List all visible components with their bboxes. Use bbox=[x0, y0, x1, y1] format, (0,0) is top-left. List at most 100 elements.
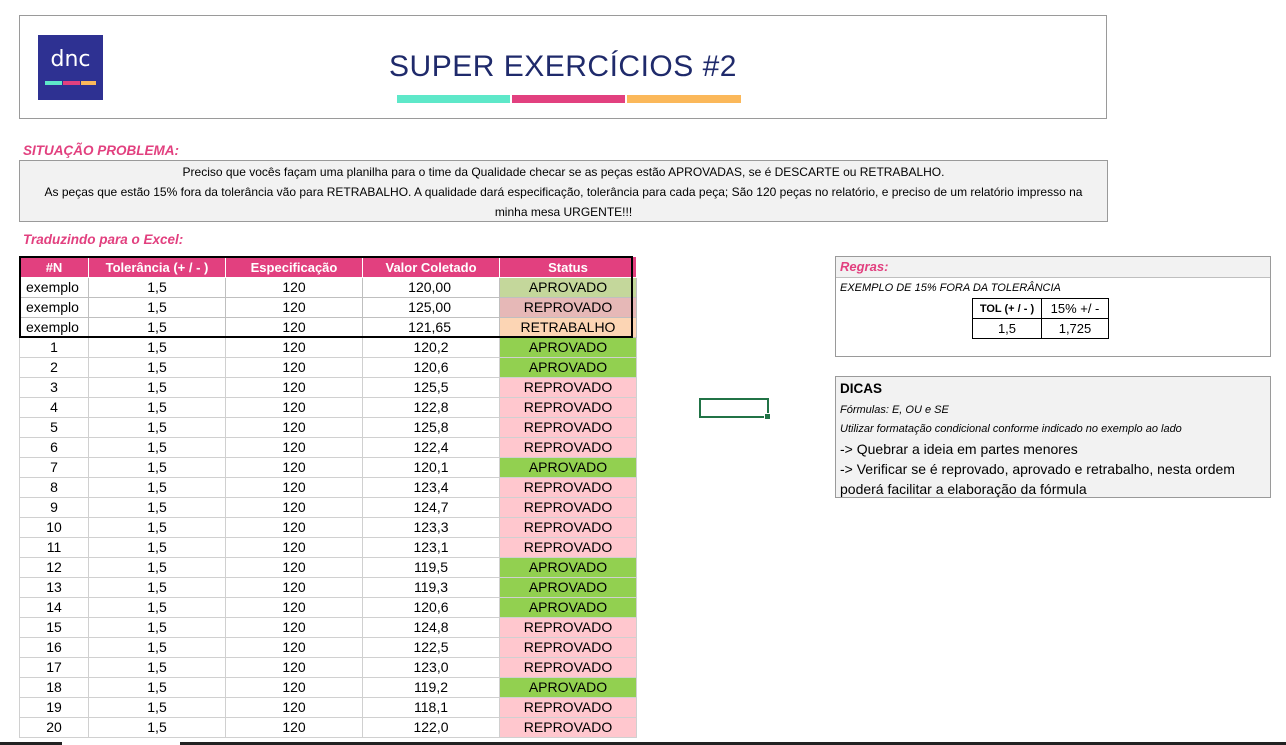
problem-box[interactable]: Preciso que vocês façam uma planilha par… bbox=[19, 160, 1108, 222]
cell-tolerance[interactable]: 1,5 bbox=[88, 417, 226, 438]
cell-n[interactable]: 7 bbox=[19, 457, 89, 478]
cell-status[interactable]: APROVADO bbox=[499, 337, 637, 358]
cell-tolerance[interactable]: 1,5 bbox=[88, 537, 226, 558]
cell-spec[interactable]: 120 bbox=[225, 297, 363, 318]
cell-tolerance[interactable]: 1,5 bbox=[88, 637, 226, 658]
cell-n[interactable]: exemplo bbox=[19, 317, 89, 338]
cell-n[interactable]: 6 bbox=[19, 437, 89, 458]
cell-n[interactable]: 3 bbox=[19, 377, 89, 398]
cell-n[interactable]: 17 bbox=[19, 657, 89, 678]
cell-n[interactable]: 16 bbox=[19, 637, 89, 658]
cell-spec[interactable]: 120 bbox=[225, 357, 363, 378]
cell-tolerance[interactable]: 1,5 bbox=[88, 377, 226, 398]
cell-value[interactable]: 122,4 bbox=[362, 437, 500, 458]
cell-spec[interactable]: 120 bbox=[225, 537, 363, 558]
cell-n[interactable]: 11 bbox=[19, 537, 89, 558]
cell-value[interactable]: 124,7 bbox=[362, 497, 500, 518]
cell-value[interactable]: 120,1 bbox=[362, 457, 500, 478]
cell-tolerance[interactable]: 1,5 bbox=[88, 357, 226, 378]
cell-value[interactable]: 122,8 bbox=[362, 397, 500, 418]
pct-value[interactable]: 1,725 bbox=[1041, 318, 1109, 339]
cell-status[interactable]: APROVADO bbox=[499, 597, 637, 618]
cell-spec[interactable]: 120 bbox=[225, 377, 363, 398]
cell-n[interactable]: 14 bbox=[19, 597, 89, 618]
cell-tolerance[interactable]: 1,5 bbox=[88, 277, 226, 298]
cell-value[interactable]: 123,0 bbox=[362, 657, 500, 678]
cell-n[interactable]: 4 bbox=[19, 397, 89, 418]
cell-spec[interactable]: 120 bbox=[225, 437, 363, 458]
cell-value[interactable]: 123,1 bbox=[362, 537, 500, 558]
cell-spec[interactable]: 120 bbox=[225, 397, 363, 418]
cell-spec[interactable]: 120 bbox=[225, 577, 363, 598]
cell-value[interactable]: 125,00 bbox=[362, 297, 500, 318]
cell-value[interactable]: 119,5 bbox=[362, 557, 500, 578]
cell-tolerance[interactable]: 1,5 bbox=[88, 517, 226, 538]
cell-value[interactable]: 122,0 bbox=[362, 717, 500, 738]
cell-spec[interactable]: 120 bbox=[225, 317, 363, 338]
cell-n[interactable]: 13 bbox=[19, 577, 89, 598]
cell-n[interactable]: 20 bbox=[19, 717, 89, 738]
cell-n[interactable]: 2 bbox=[19, 357, 89, 378]
cell-value[interactable]: 121,65 bbox=[362, 317, 500, 338]
cell-spec[interactable]: 120 bbox=[225, 717, 363, 738]
cell-tolerance[interactable]: 1,5 bbox=[88, 437, 226, 458]
cell-status[interactable]: APROVADO bbox=[499, 677, 637, 698]
cell-value[interactable]: 120,2 bbox=[362, 337, 500, 358]
header-status[interactable]: Status bbox=[499, 256, 637, 278]
cell-tolerance[interactable]: 1,5 bbox=[88, 457, 226, 478]
cell-spec[interactable]: 120 bbox=[225, 477, 363, 498]
cell-spec[interactable]: 120 bbox=[225, 517, 363, 538]
header-value[interactable]: Valor Coletado bbox=[362, 256, 500, 278]
cell-tolerance[interactable]: 1,5 bbox=[88, 597, 226, 618]
cell-tolerance[interactable]: 1,5 bbox=[88, 297, 226, 318]
cell-status[interactable]: APROVADO bbox=[499, 577, 637, 598]
cell-status[interactable]: REPROVADO bbox=[499, 417, 637, 438]
cell-status[interactable]: APROVADO bbox=[499, 557, 637, 578]
cell-n[interactable]: 9 bbox=[19, 497, 89, 518]
cell-status[interactable]: REPROVADO bbox=[499, 377, 637, 398]
tol-value[interactable]: 1,5 bbox=[972, 318, 1042, 339]
cell-spec[interactable]: 120 bbox=[225, 417, 363, 438]
cell-value[interactable]: 124,8 bbox=[362, 617, 500, 638]
cell-tolerance[interactable]: 1,5 bbox=[88, 317, 226, 338]
cell-tolerance[interactable]: 1,5 bbox=[88, 677, 226, 698]
cell-n[interactable]: 5 bbox=[19, 417, 89, 438]
cell-tolerance[interactable]: 1,5 bbox=[88, 577, 226, 598]
cell-value[interactable]: 119,3 bbox=[362, 577, 500, 598]
cell-spec[interactable]: 120 bbox=[225, 617, 363, 638]
cell-status[interactable]: APROVADO bbox=[499, 357, 637, 378]
cell-status[interactable]: REPROVADO bbox=[499, 437, 637, 458]
cell-tolerance[interactable]: 1,5 bbox=[88, 477, 226, 498]
cell-spec[interactable]: 120 bbox=[225, 557, 363, 578]
cell-tolerance[interactable]: 1,5 bbox=[88, 337, 226, 358]
cell-spec[interactable]: 120 bbox=[225, 677, 363, 698]
header-n[interactable]: #N bbox=[19, 256, 89, 278]
cell-status[interactable]: REPROVADO bbox=[499, 637, 637, 658]
cell-tolerance[interactable]: 1,5 bbox=[88, 497, 226, 518]
cell-value[interactable]: 119,2 bbox=[362, 677, 500, 698]
cell-n[interactable]: exemplo bbox=[19, 277, 89, 298]
cell-tolerance[interactable]: 1,5 bbox=[88, 617, 226, 638]
cell-value[interactable]: 123,4 bbox=[362, 477, 500, 498]
cell-tolerance[interactable]: 1,5 bbox=[88, 697, 226, 718]
cell-spec[interactable]: 120 bbox=[225, 657, 363, 678]
cell-tolerance[interactable]: 1,5 bbox=[88, 717, 226, 738]
cell-status[interactable]: REPROVADO bbox=[499, 717, 637, 738]
cell-n[interactable]: 10 bbox=[19, 517, 89, 538]
cell-spec[interactable]: 120 bbox=[225, 277, 363, 298]
cell-spec[interactable]: 120 bbox=[225, 697, 363, 718]
cell-status[interactable]: REPROVADO bbox=[499, 537, 637, 558]
cell-value[interactable]: 120,6 bbox=[362, 597, 500, 618]
cell-value[interactable]: 120,00 bbox=[362, 277, 500, 298]
cell-spec[interactable]: 120 bbox=[225, 497, 363, 518]
cell-value[interactable]: 118,1 bbox=[362, 697, 500, 718]
cell-status[interactable]: APROVADO bbox=[499, 457, 637, 478]
cell-status[interactable]: REPROVADO bbox=[499, 297, 637, 318]
cell-tolerance[interactable]: 1,5 bbox=[88, 397, 226, 418]
cell-value[interactable]: 125,8 bbox=[362, 417, 500, 438]
cell-n[interactable]: 15 bbox=[19, 617, 89, 638]
cell-status[interactable]: RETRABALHO bbox=[499, 317, 637, 338]
cell-tolerance[interactable]: 1,5 bbox=[88, 657, 226, 678]
cell-n[interactable]: 12 bbox=[19, 557, 89, 578]
cell-spec[interactable]: 120 bbox=[225, 337, 363, 358]
